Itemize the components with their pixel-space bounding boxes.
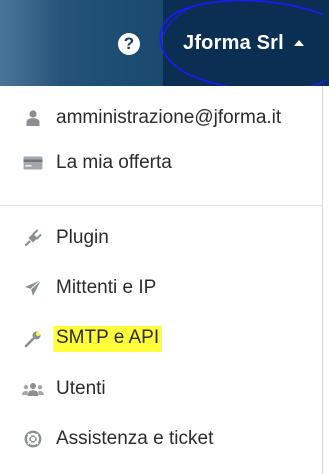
menu-item-senders-ip[interactable]: Mittenti e IP — [0, 270, 323, 306]
paper-plane-icon — [22, 277, 44, 299]
account-name: Jforma Srl — [183, 31, 284, 54]
menu-item-label: Assistenza e ticket — [56, 428, 214, 449]
menu-item-label: La mia offerta — [56, 152, 172, 173]
menu-item-my-offer[interactable]: La mia offerta — [0, 145, 323, 181]
account-menu-toggle[interactable]: Jforma Srl — [163, 0, 329, 86]
menu-item-label: amministrazione@jforma.it — [56, 107, 282, 128]
menu-item-support-tickets[interactable]: Assistenza e ticket — [0, 421, 323, 457]
menu-item-label: Mittenti e IP — [56, 277, 157, 298]
menu-item-users[interactable]: Utenti — [0, 371, 323, 407]
user-icon — [22, 107, 44, 129]
top-navbar: ? Jforma Srl — [0, 0, 329, 86]
menu-item-label: Plugin — [56, 227, 109, 248]
plug-icon — [22, 227, 44, 249]
life-ring-icon — [22, 428, 44, 450]
question-circle-icon: ? — [118, 33, 140, 55]
help-button[interactable]: ? — [112, 29, 146, 59]
menu-divider — [0, 205, 323, 206]
menu-item-label: SMTP e API — [53, 326, 163, 352]
menu-item-account-email[interactable]: amministrazione@jforma.it — [0, 100, 323, 136]
navbar-shade — [0, 0, 60, 86]
menu-item-plugin[interactable]: Plugin — [0, 220, 323, 256]
wrench-icon — [22, 328, 44, 350]
caret-up-icon — [293, 40, 304, 46]
credit-card-icon — [22, 152, 44, 174]
menu-item-smtp-api[interactable]: SMTP e API — [0, 321, 323, 357]
menu-item-label: Utenti — [56, 378, 106, 399]
users-icon — [22, 378, 44, 400]
